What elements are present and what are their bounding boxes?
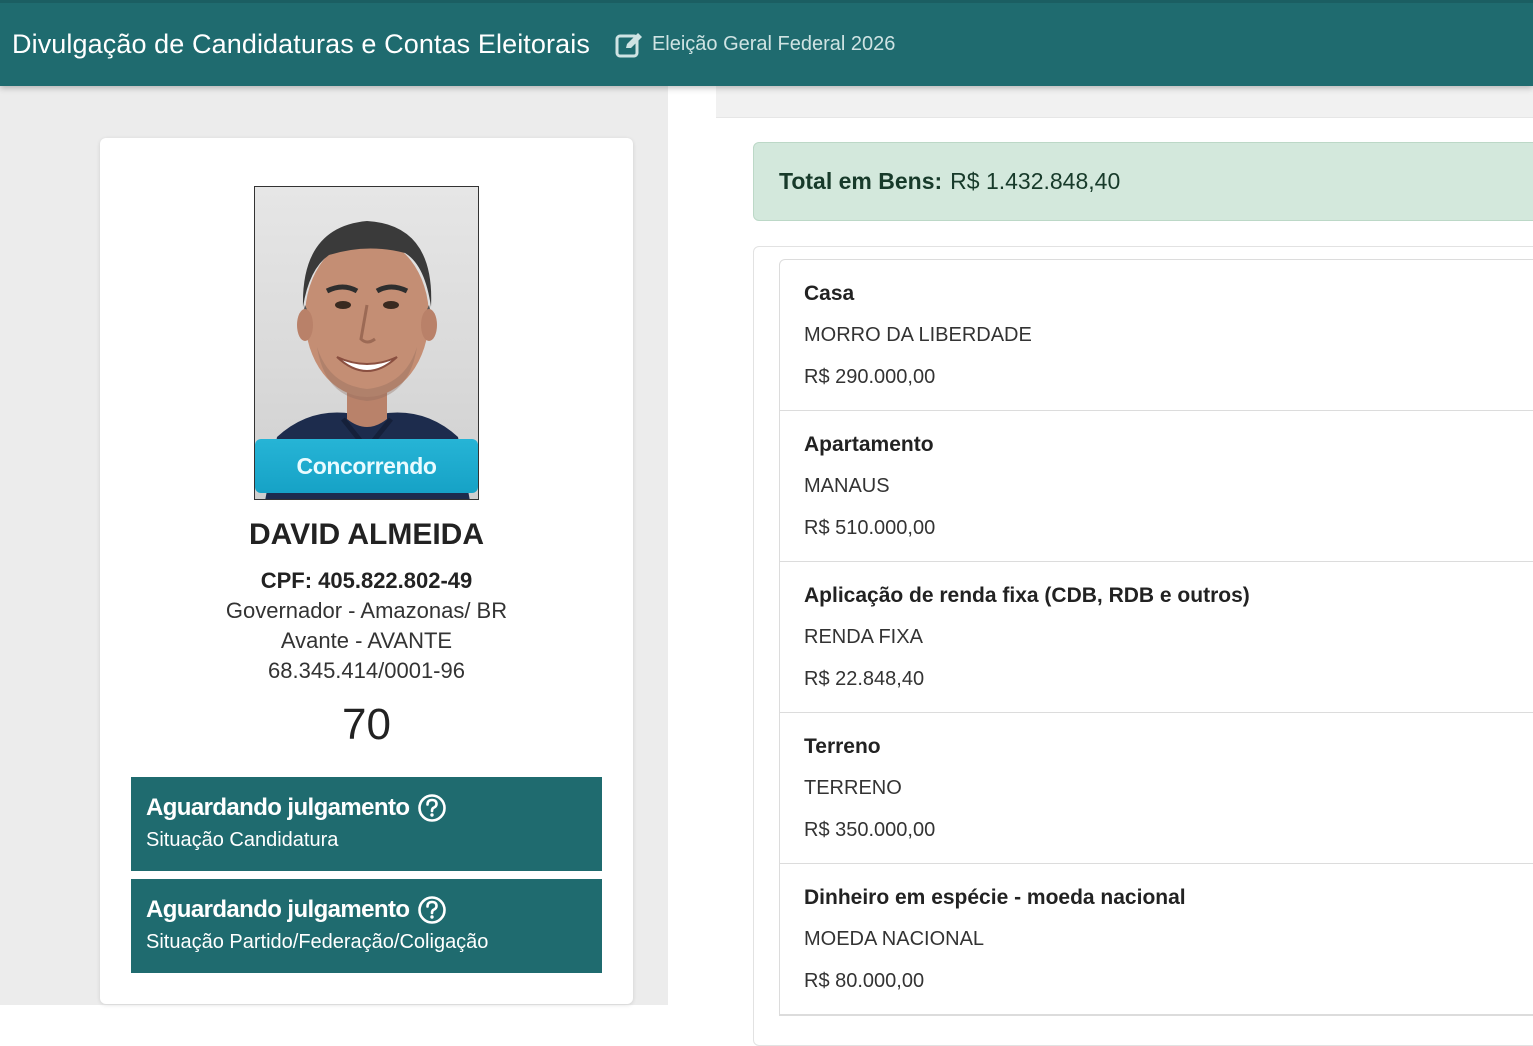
asset-type: Apartamento <box>804 433 934 456</box>
asset-description: MORRO DA LIBERDADE <box>804 324 1032 346</box>
top-bar: Divulgação de Candidaturas e Contas Elei… <box>0 0 1533 86</box>
total-assets-bar: Total em Bens: R$ 1.432.848,40 <box>753 142 1533 221</box>
app-title[interactable]: Divulgação de Candidaturas e Contas Elei… <box>12 29 590 60</box>
election-selector[interactable]: Eleição Geral Federal 2026 <box>614 30 895 60</box>
candidate-cpf: CPF: 405.822.802-49 <box>260 568 473 593</box>
total-assets-label: Total em Bens: <box>779 168 943 194</box>
candidate-photo: Concorrendo <box>254 186 479 500</box>
asset-type: Aplicação de renda fixa (CDB, RDB e outr… <box>804 584 1250 607</box>
list-item: Casa MORRO DA LIBERDADE R$ 290.000,00 <box>780 260 1533 411</box>
assets-panel: Total em Bens: R$ 1.432.848,40 Casa MORR… <box>716 86 1533 1046</box>
asset-description: MOEDA NACIONAL <box>804 928 985 950</box>
asset-description: RENDA FIXA <box>804 626 923 648</box>
candidate-office: Governador - Amazonas/ BR <box>225 598 508 623</box>
asset-list: Casa MORRO DA LIBERDADE R$ 290.000,00 Ap… <box>779 259 1533 1016</box>
assets-container: Casa MORRO DA LIBERDADE R$ 290.000,00 Ap… <box>753 246 1533 1046</box>
candidacy-status-title: Aguardando julgamento <box>146 794 410 821</box>
edit-icon[interactable] <box>614 30 644 60</box>
asset-description: MANAUS <box>804 475 890 497</box>
candidate-panel: Concorrendo DAVID ALMEIDA CPF: 405.822.8… <box>0 86 668 1005</box>
asset-value: R$ 290.000,00 <box>804 366 936 388</box>
candidate-name: DAVID ALMEIDA <box>249 518 484 551</box>
candidate-card: Concorrendo DAVID ALMEIDA CPF: 405.822.8… <box>100 138 633 1004</box>
help-icon[interactable] <box>417 895 447 925</box>
asset-type: Dinheiro em espécie - moeda nacional <box>804 886 1186 909</box>
list-item: Dinheiro em espécie - moeda nacional MOE… <box>780 864 1533 1015</box>
candidacy-status-subtitle: Situação Candidatura <box>146 829 339 851</box>
list-item: Aplicação de renda fixa (CDB, RDB e outr… <box>780 562 1533 713</box>
party-status-box: Aguardando julgamento Situação Partido/F… <box>131 879 602 973</box>
asset-value: R$ 80.000,00 <box>804 970 925 992</box>
asset-description: TERRENO <box>804 777 902 799</box>
help-icon[interactable] <box>417 793 447 823</box>
candidacy-status-box: Aguardando julgamento Situação Candidatu… <box>131 777 602 871</box>
candidate-party: Avante - AVANTE <box>280 628 453 653</box>
list-item: Terreno TERRENO R$ 350.000,00 <box>780 713 1533 864</box>
asset-value: R$ 350.000,00 <box>804 819 936 841</box>
status-badge: Concorrendo <box>255 439 478 493</box>
candidate-cnpj: 68.345.414/0001-96 <box>268 658 465 683</box>
candidate-number: 70 <box>342 700 391 749</box>
asset-value: R$ 22.848,40 <box>804 668 925 690</box>
asset-value: R$ 510.000,00 <box>804 517 936 539</box>
asset-type: Terreno <box>804 735 881 758</box>
list-item: Apartamento MANAUS R$ 510.000,00 <box>780 411 1533 562</box>
party-status-subtitle: Situação Partido/Federação/Coligação <box>146 931 489 953</box>
party-status-title: Aguardando julgamento <box>146 896 410 923</box>
total-assets-value: R$ 1.432.848,40 <box>950 168 1121 194</box>
panel-gutter <box>668 86 716 1005</box>
assets-content: Total em Bens: R$ 1.432.848,40 Casa MORR… <box>716 117 1533 1046</box>
asset-type: Casa <box>804 282 855 305</box>
election-name: Eleição Geral Federal 2026 <box>651 33 896 55</box>
